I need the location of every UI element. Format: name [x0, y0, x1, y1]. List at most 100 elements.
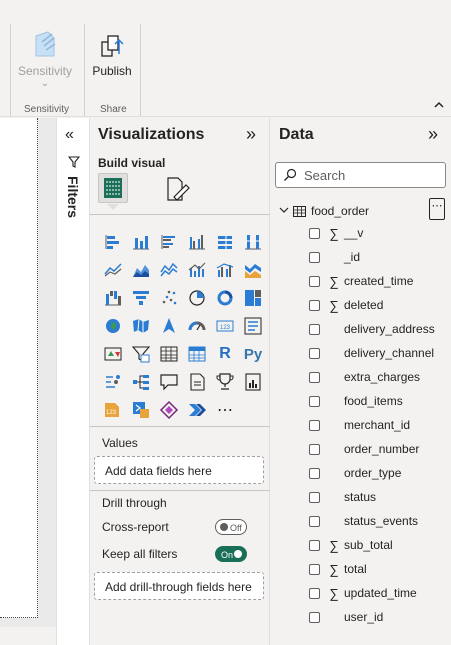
stacked-bar-chart-icon[interactable]: [99, 228, 127, 256]
power-apps-diamond-icon[interactable]: [155, 396, 183, 424]
filled-map-icon[interactable]: [127, 312, 155, 340]
field-row[interactable]: status: [309, 487, 376, 507]
field-checkbox[interactable]: [309, 227, 320, 239]
status-bar: [0, 627, 56, 645]
format-visual-tab[interactable]: [164, 175, 192, 203]
matrix-icon[interactable]: [183, 340, 211, 368]
field-name: total: [344, 562, 367, 576]
field-row[interactable]: ∑ sub_total: [309, 535, 393, 555]
field-checkbox[interactable]: [309, 563, 320, 575]
field-row[interactable]: merchant_id: [309, 415, 410, 435]
field-row[interactable]: extra_charges: [309, 367, 420, 387]
table-icon[interactable]: [155, 340, 183, 368]
smart-narrative-icon[interactable]: [183, 368, 211, 396]
metrics-icon[interactable]: [211, 368, 239, 396]
donut-chart-icon[interactable]: [211, 284, 239, 312]
field-row[interactable]: order_type: [309, 463, 401, 483]
search-placeholder: Search: [304, 168, 346, 183]
field-checkbox[interactable]: [309, 611, 320, 623]
clustered-bar-chart-icon[interactable]: [155, 228, 183, 256]
field-row[interactable]: order_number: [309, 439, 419, 459]
field-checkbox[interactable]: [309, 443, 320, 455]
pie-chart-icon[interactable]: [183, 284, 211, 312]
kpi-icon[interactable]: [99, 340, 127, 368]
qa-icon[interactable]: [155, 368, 183, 396]
python-visual-icon[interactable]: Py: [239, 340, 267, 368]
keep-all-filters-toggle[interactable]: On: [215, 546, 247, 562]
stacked-column-chart-icon[interactable]: [127, 228, 155, 256]
field-row[interactable]: ∑ total: [309, 559, 367, 579]
table-node-food-order[interactable]: food_order: [279, 202, 369, 220]
search-input[interactable]: Search: [275, 162, 446, 188]
field-checkbox[interactable]: [309, 515, 320, 527]
drill-through-drop-zone[interactable]: Add drill-through fields here: [94, 572, 264, 600]
expand-filters-icon[interactable]: «: [65, 126, 74, 144]
scatter-chart-icon[interactable]: [155, 284, 183, 312]
sensitivity-button[interactable]: Sensitivity ⌄: [14, 28, 76, 89]
treemap-icon[interactable]: [239, 284, 267, 312]
power-automate-flow-icon[interactable]: [183, 396, 211, 424]
field-checkbox[interactable]: [309, 467, 320, 479]
field-row[interactable]: ∑ created_time: [309, 271, 413, 291]
100-stacked-bar-chart-icon[interactable]: [211, 228, 239, 256]
field-checkbox[interactable]: [309, 299, 320, 311]
more-options-button[interactable]: ⋯: [429, 198, 445, 220]
100-stacked-column-chart-icon[interactable]: [239, 228, 267, 256]
ribbon-chart-icon[interactable]: [239, 256, 267, 284]
field-checkbox[interactable]: [309, 539, 320, 551]
line-chart-icon[interactable]: [99, 256, 127, 284]
visual-types-gallery: 123 R Py 123 ⋯: [99, 228, 267, 424]
area-chart-icon[interactable]: [127, 256, 155, 284]
line-and-clustered-column-chart-icon[interactable]: [211, 256, 239, 284]
sigma-icon: ∑: [329, 273, 339, 289]
field-checkbox[interactable]: [309, 323, 320, 335]
line-and-stacked-column-chart-icon[interactable]: [183, 256, 211, 284]
r-script-visual-icon[interactable]: R: [211, 340, 239, 368]
field-checkbox[interactable]: [309, 395, 320, 407]
stacked-area-chart-icon[interactable]: [155, 256, 183, 284]
field-checkbox[interactable]: [309, 371, 320, 383]
field-checkbox[interactable]: [309, 347, 320, 359]
field-row[interactable]: delivery_address: [309, 319, 435, 339]
field-checkbox[interactable]: [309, 419, 320, 431]
chevron-down-icon[interactable]: [279, 205, 289, 217]
field-row[interactable]: ∑ updated_time: [309, 583, 417, 603]
slicer-icon[interactable]: [127, 340, 155, 368]
clustered-column-chart-icon[interactable]: [183, 228, 211, 256]
field-row[interactable]: delivery_channel: [309, 343, 434, 363]
multi-row-card-icon[interactable]: [239, 312, 267, 340]
collapse-data-icon[interactable]: »: [428, 124, 438, 145]
chevron-up-icon[interactable]: [433, 100, 445, 112]
power-automate-icon[interactable]: [127, 396, 155, 424]
map-icon[interactable]: [99, 312, 127, 340]
field-checkbox[interactable]: [309, 587, 320, 599]
key-influencers-icon[interactable]: [99, 368, 127, 396]
filters-pane-collapsed[interactable]: « Filters: [56, 118, 90, 645]
report-page[interactable]: [0, 118, 38, 618]
field-checkbox[interactable]: [309, 275, 320, 287]
paginated-report-icon[interactable]: [239, 368, 267, 396]
waterfall-chart-icon[interactable]: [99, 284, 127, 312]
field-checkbox[interactable]: [309, 251, 320, 263]
azure-map-icon[interactable]: [155, 312, 183, 340]
field-row[interactable]: user_id: [309, 607, 383, 627]
publish-button[interactable]: Publish: [88, 28, 136, 78]
field-row[interactable]: status_events: [309, 511, 418, 531]
more-visuals-icon[interactable]: ⋯: [211, 396, 239, 424]
power-apps-icon[interactable]: 123: [99, 396, 127, 424]
field-checkbox[interactable]: [309, 491, 320, 503]
collapse-visualizations-icon[interactable]: »: [246, 124, 256, 145]
gauge-icon[interactable]: [183, 312, 211, 340]
build-visual-tab[interactable]: [98, 173, 128, 210]
cross-report-toggle[interactable]: Off: [215, 519, 247, 535]
sigma-icon: ∑: [329, 561, 339, 577]
field-name: order_number: [344, 442, 420, 456]
funnel-chart-icon[interactable]: [127, 284, 155, 312]
field-row[interactable]: _id: [309, 247, 360, 267]
field-row[interactable]: food_items: [309, 391, 403, 411]
values-drop-zone[interactable]: Add data fields here: [94, 456, 264, 484]
card-icon[interactable]: 123: [211, 312, 239, 340]
field-row[interactable]: ∑ __v: [309, 223, 363, 243]
decomposition-tree-icon[interactable]: [127, 368, 155, 396]
field-row[interactable]: ∑ deleted: [309, 295, 383, 315]
